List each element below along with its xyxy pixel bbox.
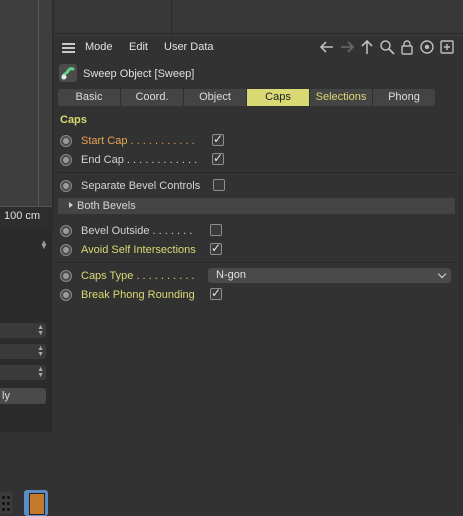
back-arrow-icon[interactable]: [319, 39, 335, 55]
lock-icon[interactable]: [399, 39, 415, 55]
tab-caps[interactable]: Caps: [247, 89, 310, 106]
end-cap-label: End Cap . . . . . . . . . . . .: [81, 154, 198, 166]
caps-type-row: Caps Type . . . . . . . . . . N-gon: [55, 267, 463, 285]
break-phong-row: Break Phong Rounding: [55, 286, 463, 304]
stepper-icon[interactable]: ▲ ▼: [37, 366, 44, 379]
avoid-self-intersections-checkbox[interactable]: [210, 241, 222, 255]
both-bevels-label: Both Bevels: [77, 200, 136, 212]
expand-triangle-icon[interactable]: [69, 202, 73, 208]
animate-radio-icon[interactable]: [60, 289, 72, 301]
animate-radio-icon[interactable]: [60, 135, 72, 147]
menu-user-data[interactable]: User Data: [164, 41, 214, 53]
caps-type-label: Caps Type . . . . . . . . . .: [81, 270, 195, 282]
target-icon[interactable]: [419, 39, 435, 55]
bevel-outside-label: Bevel Outside . . . . . . .: [81, 225, 193, 237]
break-phong-label: Break Phong Rounding: [81, 289, 195, 301]
new-panel-icon[interactable]: [439, 39, 455, 55]
numeric-field[interactable]: ▲ ▼: [0, 365, 46, 380]
tab-phong[interactable]: Phong: [373, 89, 435, 106]
avoid-self-intersections-row: Avoid Self Intersections: [55, 241, 463, 259]
end-cap-checkbox[interactable]: [212, 151, 224, 165]
viewport-scale-label: 100 cm: [4, 210, 41, 222]
chevron-down-icon: [437, 269, 447, 279]
sweep-object-icon: [59, 64, 77, 82]
start-cap-label: Start Cap . . . . . . . . . . .: [81, 135, 195, 147]
film-strip-icon[interactable]: [24, 490, 48, 516]
separate-bevel-row: Separate Bevel Controls: [55, 177, 463, 195]
section-title: Caps: [60, 114, 87, 126]
hamburger-menu-icon[interactable]: [62, 43, 75, 53]
both-bevels-group[interactable]: Both Bevels: [58, 198, 455, 214]
divider: [58, 262, 456, 263]
tab-selections[interactable]: Selections: [310, 89, 373, 106]
updown-chevron-icon[interactable]: ▲ ▼: [40, 239, 48, 251]
tab-basic[interactable]: Basic: [58, 89, 121, 106]
bevel-outside-row: Bevel Outside . . . . . . .: [55, 222, 463, 240]
bevel-outside-checkbox[interactable]: [210, 224, 222, 236]
avoid-self-intersections-label: Avoid Self Intersections: [81, 244, 196, 256]
tab-coord[interactable]: Coord.: [121, 89, 184, 106]
animate-radio-icon[interactable]: [60, 180, 72, 192]
caps-type-value: N-gon: [216, 269, 246, 281]
tab-object[interactable]: Object: [184, 89, 247, 106]
up-arrow-icon[interactable]: [359, 39, 375, 55]
numeric-field[interactable]: ▲ ▼: [0, 323, 46, 338]
animate-radio-icon[interactable]: [60, 154, 72, 166]
object-title: Sweep Object [Sweep]: [83, 68, 195, 80]
separate-bevel-checkbox[interactable]: [213, 179, 225, 191]
object-header: Sweep Object [Sweep]: [55, 61, 463, 87]
top-panel-strip: [55, 0, 463, 36]
viewport[interactable]: 100 cm: [0, 0, 53, 229]
caps-type-dropdown[interactable]: N-gon: [208, 268, 451, 283]
attribute-menubar: Mode Edit User Data: [55, 36, 463, 60]
animate-radio-icon[interactable]: [60, 244, 72, 256]
apply-button[interactable]: ly: [0, 388, 46, 404]
search-icon[interactable]: [379, 39, 395, 55]
attribute-tabs: Basic Coord. Object Caps Selections Phon…: [58, 89, 435, 106]
menu-edit[interactable]: Edit: [129, 41, 148, 53]
attribute-manager: Mode Edit User Data Sweep Object [Sweep]…: [55, 36, 463, 432]
divider: [58, 172, 456, 173]
break-phong-checkbox[interactable]: [210, 286, 222, 300]
menu-mode[interactable]: Mode: [85, 41, 113, 53]
numeric-field[interactable]: ▲ ▼: [0, 344, 46, 359]
stepper-icon[interactable]: ▲ ▼: [37, 345, 44, 358]
animate-radio-icon[interactable]: [60, 270, 72, 282]
end-cap-row: End Cap . . . . . . . . . . . .: [55, 151, 463, 169]
dots-grid-icon[interactable]: [0, 492, 12, 514]
separate-bevel-label: Separate Bevel Controls: [81, 180, 201, 192]
start-cap-row: Start Cap . . . . . . . . . . .: [55, 132, 463, 150]
forward-arrow-icon[interactable]: [339, 39, 355, 55]
scrollbar[interactable]: [458, 176, 462, 426]
viewport-grid-line: [38, 0, 39, 206]
stepper-icon[interactable]: ▲ ▼: [37, 324, 44, 337]
animate-radio-icon[interactable]: [60, 225, 72, 237]
start-cap-checkbox[interactable]: [212, 132, 224, 146]
